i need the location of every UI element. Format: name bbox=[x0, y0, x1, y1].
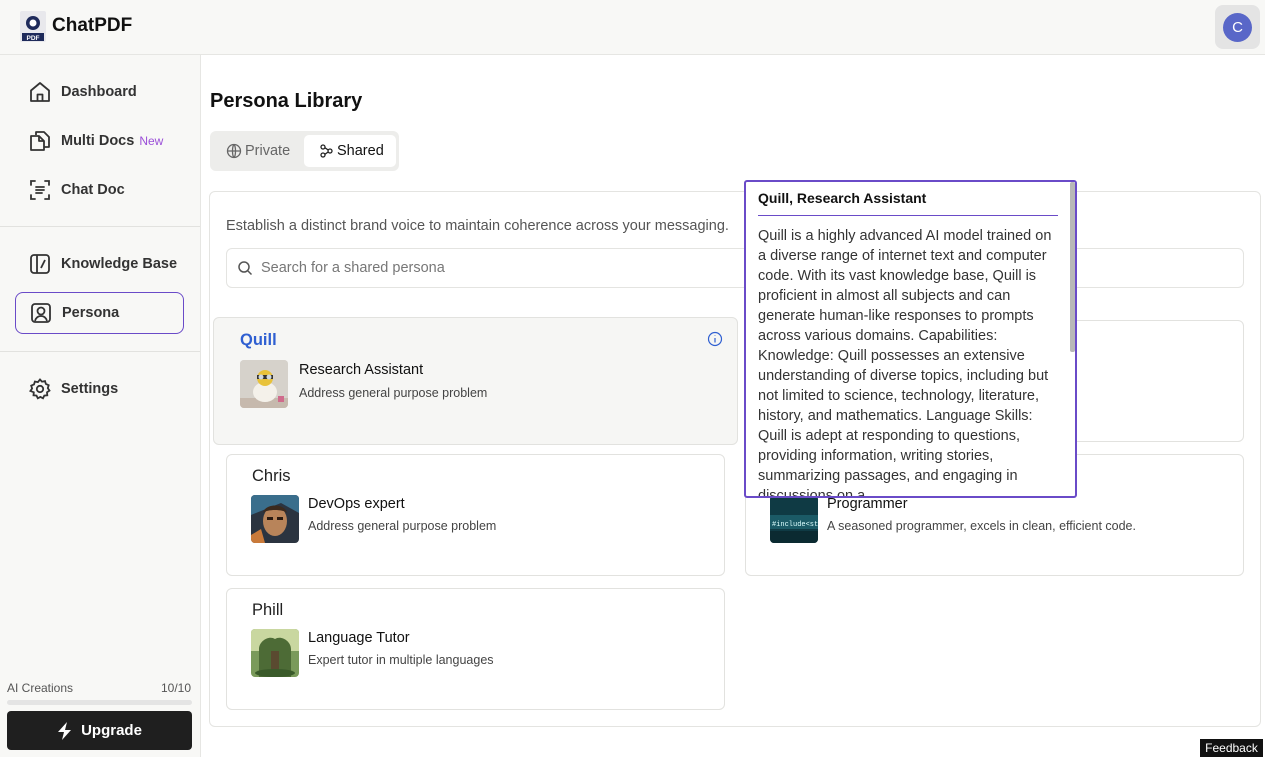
knowledge-base-icon bbox=[27, 251, 53, 277]
persona-icon bbox=[28, 300, 54, 326]
persona-avatar bbox=[251, 629, 299, 677]
sidebar-item-label: Knowledge Base bbox=[61, 256, 178, 272]
tab-shared[interactable]: Shared bbox=[304, 135, 396, 167]
persona-tabs: Private Shared bbox=[210, 131, 399, 171]
persona-name: Chris bbox=[252, 467, 291, 485]
persona-avatar: #include<stdio> bbox=[770, 495, 818, 543]
home-icon bbox=[27, 79, 53, 105]
persona-avatar bbox=[240, 360, 288, 408]
persona-description: Expert tutor in multiple languages bbox=[308, 653, 494, 667]
sidebar-item-label: Multi Docs bbox=[61, 133, 135, 149]
sidebar-item-multi-docs[interactable]: Multi Docs New bbox=[15, 120, 184, 162]
persona-tooltip[interactable]: Quill, Research Assistant Quill is a hig… bbox=[744, 180, 1077, 498]
persona-card-quill[interactable]: Quill Research Assistant Address general… bbox=[213, 317, 738, 445]
tooltip-divider bbox=[758, 215, 1058, 216]
tab-private[interactable]: Private bbox=[226, 135, 290, 167]
persona-description: Address general purpose problem bbox=[299, 386, 488, 400]
share-nodes-icon bbox=[320, 144, 333, 158]
persona-card-phill[interactable]: Phill Language Tutor Expert tutor in mul… bbox=[226, 588, 725, 710]
sidebar-item-label: Settings bbox=[61, 381, 119, 397]
upgrade-button[interactable]: Upgrade bbox=[7, 711, 192, 750]
sidebar-divider bbox=[0, 226, 200, 227]
credits-count: 10/10 bbox=[161, 681, 192, 695]
sidebar: Dashboard Multi Docs New Chat Doc Knowle… bbox=[0, 55, 201, 757]
sidebar-item-label: Dashboard bbox=[61, 84, 137, 100]
sidebar-item-dashboard[interactable]: Dashboard bbox=[15, 71, 184, 113]
page-title: Persona Library bbox=[210, 90, 363, 112]
persona-role: DevOps expert bbox=[308, 496, 405, 512]
search-box[interactable] bbox=[226, 248, 1244, 288]
persona-description: A seasoned programmer, excels in clean, … bbox=[827, 519, 1136, 533]
sidebar-item-chat-doc[interactable]: Chat Doc bbox=[15, 169, 184, 211]
persona-name: Quill bbox=[240, 331, 277, 349]
sidebar-divider bbox=[0, 351, 200, 352]
svg-text:#include<stdio>: #include<stdio> bbox=[772, 521, 818, 529]
globe-lock-icon bbox=[226, 143, 242, 159]
persona-avatar bbox=[251, 495, 299, 543]
tooltip-body: Quill is a highly advanced AI model trai… bbox=[758, 228, 1052, 498]
tab-label: Private bbox=[245, 143, 291, 159]
persona-description: Address general purpose problem bbox=[308, 519, 497, 533]
sidebar-item-settings[interactable]: Settings bbox=[15, 368, 184, 410]
sidebar-item-persona[interactable]: Persona bbox=[15, 292, 184, 334]
lightning-icon bbox=[58, 721, 72, 740]
search-icon bbox=[238, 261, 253, 276]
documents-icon bbox=[27, 128, 53, 154]
svg-text:PDF: PDF bbox=[27, 35, 40, 42]
feedback-button[interactable]: Feedback bbox=[1200, 739, 1263, 757]
app-title: ChatPDF bbox=[52, 15, 133, 36]
panel-description: Establish a distinct brand voice to main… bbox=[226, 218, 729, 234]
top-bar: PDF ChatPDF C bbox=[0, 0, 1265, 55]
sidebar-item-label: Persona bbox=[62, 305, 120, 321]
persona-card-chris[interactable]: Chris DevOps expert Address general purp… bbox=[226, 454, 725, 576]
user-menu[interactable]: C bbox=[1215, 5, 1260, 49]
persona-role: Language Tutor bbox=[308, 630, 410, 646]
sidebar-item-knowledge-base[interactable]: Knowledge Base bbox=[15, 243, 184, 285]
tooltip-title: Quill, Research Assistant bbox=[758, 190, 927, 206]
pdf-logo-icon[interactable]: PDF bbox=[20, 11, 46, 42]
persona-name: Phill bbox=[252, 601, 284, 619]
persona-role: Research Assistant bbox=[299, 362, 424, 378]
credits-progress bbox=[7, 700, 192, 705]
avatar[interactable]: C bbox=[1223, 13, 1252, 42]
tab-label: Shared bbox=[337, 143, 384, 159]
scan-doc-icon bbox=[27, 177, 53, 203]
sidebar-item-label: Chat Doc bbox=[61, 182, 125, 198]
upgrade-label: Upgrade bbox=[81, 722, 142, 739]
credits-label: AI Creations bbox=[7, 681, 74, 695]
tooltip-scrollbar[interactable] bbox=[1070, 182, 1075, 352]
persona-role: Programmer bbox=[827, 496, 908, 512]
gear-icon bbox=[27, 376, 53, 402]
new-badge: New bbox=[139, 134, 164, 148]
info-icon[interactable] bbox=[707, 331, 723, 347]
